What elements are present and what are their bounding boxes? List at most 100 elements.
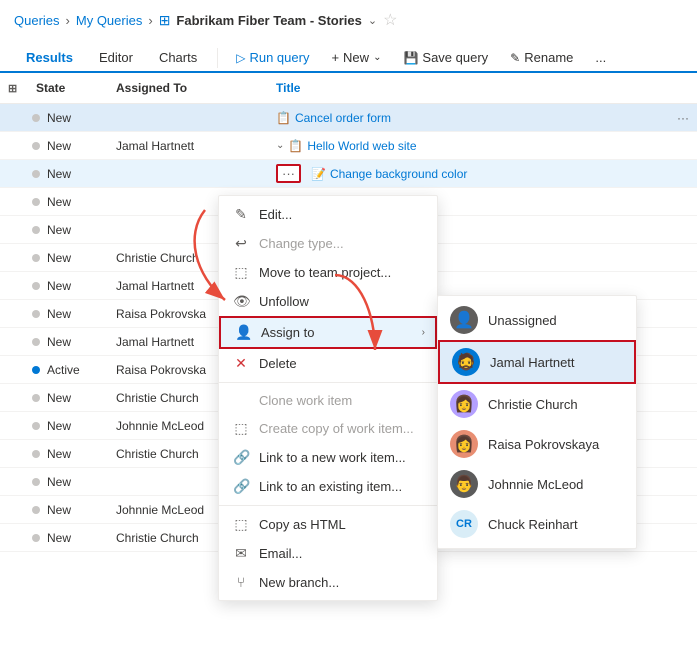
state-cell: New — [28, 391, 108, 405]
state-cell: New — [28, 167, 108, 181]
assign-icon: 👤 — [235, 324, 251, 341]
menu-divider-1 — [219, 382, 437, 383]
row-more-button[interactable]: ··· — [276, 164, 301, 183]
state-cell: New — [28, 475, 108, 489]
state-cell: New — [28, 419, 108, 433]
assign-submenu: 👤 Unassigned 🧔 Jamal Hartnett 👩 Christie… — [437, 295, 637, 549]
submenu-arrow-icon: › — [422, 327, 425, 338]
menu-link-existing[interactable]: 🔗 Link to an existing item... — [219, 472, 437, 501]
christie-avatar: 👩 — [450, 390, 478, 418]
queries-table-icon: ⊞ — [159, 12, 171, 29]
title-cell: ··· 📝 Change background color — [268, 164, 697, 183]
menu-copy-html[interactable]: ⬚ Copy as HTML — [219, 510, 437, 539]
menu-unfollow[interactable]: 👁 Unfollow — [219, 287, 437, 316]
jamal-avatar: 🧔 — [452, 348, 480, 376]
menu-assign-to[interactable]: 👤 Assign to › — [219, 316, 437, 349]
state-cell: New — [28, 111, 108, 125]
collapse-icon[interactable]: ⌄ — [276, 140, 284, 151]
assigned-cell: Jamal Hartnett — [108, 139, 268, 153]
chuck-avatar: CR — [450, 510, 478, 538]
favorite-star-icon[interactable]: ☆ — [383, 10, 397, 30]
state-dot — [32, 170, 40, 178]
state-cell: New — [28, 447, 108, 461]
sep1: › — [66, 13, 70, 28]
new-button[interactable]: + New ⌄ — [321, 45, 391, 70]
move-icon: ⬚ — [233, 264, 249, 281]
change-type-icon: ↩ — [233, 235, 249, 252]
tab-charts[interactable]: Charts — [147, 44, 209, 73]
row-more-icon[interactable]: ··· — [677, 111, 689, 125]
assign-jamal[interactable]: 🧔 Jamal Hartnett — [438, 340, 636, 384]
new-chevron-icon: ⌄ — [373, 52, 381, 63]
table-header: ⊞ State Assigned To Title — [0, 73, 697, 104]
unassigned-avatar: 👤 — [450, 306, 478, 334]
table-row: New Jamal Hartnett ⌄ 📋 Hello World web s… — [0, 132, 697, 160]
wi-icon: 📋 — [276, 111, 291, 125]
more-options-button[interactable]: ... — [585, 45, 616, 70]
tab-editor[interactable]: Editor — [87, 44, 145, 73]
save-icon: 💾 — [403, 51, 418, 65]
context-menu-panel: ✎ Edit... ↩ Change type... ⬚ Move to tea… — [218, 195, 438, 601]
rename-icon: ✎ — [510, 51, 520, 65]
table-row: New ··· 📝 Change background color — [0, 160, 697, 188]
branch-icon: ⑂ — [233, 574, 249, 590]
state-cell: New — [28, 251, 108, 265]
link-existing-icon: 🔗 — [233, 478, 249, 495]
state-cell: New — [28, 279, 108, 293]
unfollow-icon: 👁 — [233, 293, 249, 310]
title-cell: 📋 Cancel order form ··· — [268, 111, 697, 125]
menu-move-team[interactable]: ⬚ Move to team project... — [219, 258, 437, 287]
assign-unassigned[interactable]: 👤 Unassigned — [438, 300, 636, 340]
title-col-header: Title — [268, 77, 697, 99]
state-dot — [32, 114, 40, 122]
rename-button[interactable]: ✎ Rename — [500, 45, 583, 70]
state-cell: New — [28, 195, 108, 209]
run-icon: ▷ — [236, 51, 245, 65]
table-row: New 📋 Cancel order form ··· — [0, 104, 697, 132]
link-new-icon: 🔗 — [233, 449, 249, 466]
menu-new-branch[interactable]: ⑂ New branch... — [219, 568, 437, 596]
state-cell: New — [28, 531, 108, 545]
menu-clone: Clone work item — [219, 387, 437, 414]
check-col-header: ⊞ — [0, 77, 28, 99]
wi-icon: 📋 — [288, 139, 303, 153]
title-cell: ⌄ 📋 Hello World web site — [268, 139, 697, 153]
menu-delete[interactable]: ✕ Delete — [219, 349, 437, 378]
delete-icon: ✕ — [233, 355, 249, 372]
run-query-button[interactable]: ▷ Run query — [226, 45, 319, 70]
wi-icon: 📝 — [311, 167, 326, 181]
toolbar: Results Editor Charts ▷ Run query + New … — [0, 40, 697, 73]
copy-icon: ⬚ — [233, 420, 249, 437]
assign-christie[interactable]: 👩 Christie Church — [438, 384, 636, 424]
menu-link-new[interactable]: 🔗 Link to a new work item... — [219, 443, 437, 472]
menu-create-copy: ⬚ Create copy of work item... — [219, 414, 437, 443]
state-dot — [32, 142, 40, 150]
plus-icon: + — [331, 50, 339, 65]
state-cell: New — [28, 335, 108, 349]
breadcrumb: Queries › My Queries › ⊞ Fabrikam Fiber … — [0, 0, 697, 40]
save-query-button[interactable]: 💾 Save query — [393, 45, 498, 70]
menu-email[interactable]: ✉ Email... — [219, 539, 437, 568]
my-queries-link[interactable]: My Queries — [76, 13, 142, 28]
state-cell: New — [28, 223, 108, 237]
johnnie-avatar: 👨 — [450, 470, 478, 498]
state-col-header: State — [28, 77, 108, 99]
state-cell: New — [28, 139, 108, 153]
assign-johnnie[interactable]: 👨 Johnnie McLeod — [438, 464, 636, 504]
state-cell: New — [28, 307, 108, 321]
menu-edit[interactable]: ✎ Edit... — [219, 200, 437, 229]
assign-raisa[interactable]: 👩 Raisa Pokrovskaya — [438, 424, 636, 464]
dropdown-chevron-icon[interactable]: ⌄ — [368, 14, 377, 27]
assigned-col-header: Assigned To — [108, 77, 268, 99]
toolbar-divider-1 — [217, 48, 218, 68]
queries-link[interactable]: Queries — [14, 13, 60, 28]
copy-html-icon: ⬚ — [233, 516, 249, 533]
menu-divider-2 — [219, 505, 437, 506]
menu-change-type[interactable]: ↩ Change type... — [219, 229, 437, 258]
state-cell: New — [28, 503, 108, 517]
assign-chuck[interactable]: CR Chuck Reinhart — [438, 504, 636, 544]
tab-results[interactable]: Results — [14, 44, 85, 73]
state-cell: Active — [28, 363, 108, 377]
context-menu: ✎ Edit... ↩ Change type... ⬚ Move to tea… — [218, 195, 438, 601]
current-query: Fabrikam Fiber Team - Stories — [176, 13, 361, 28]
